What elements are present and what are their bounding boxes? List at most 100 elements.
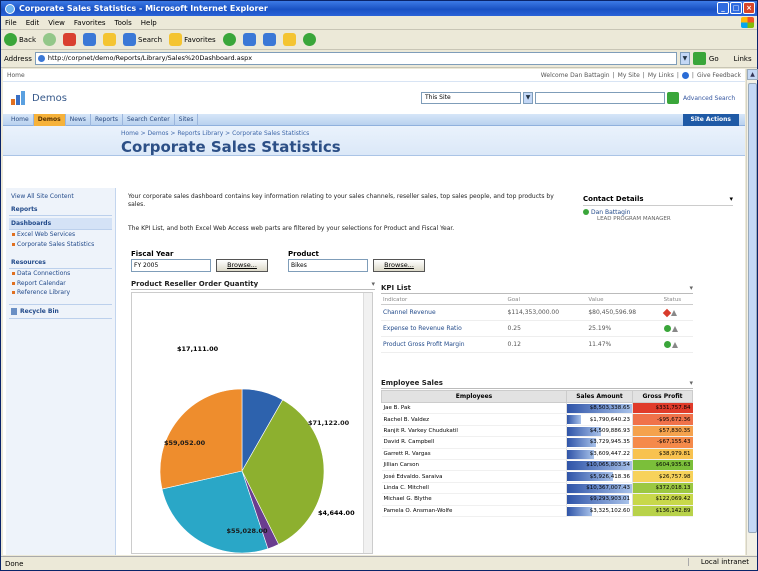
contact-name-link[interactable]: Dan Battagin (583, 209, 733, 216)
webpart-menu-icon[interactable]: ▾ (689, 379, 693, 387)
webpart-menu-icon[interactable]: ▾ (689, 284, 693, 292)
maximize-button[interactable]: □ (730, 2, 742, 14)
fiscal-year-browse-button[interactable]: Browse... (216, 259, 268, 272)
sales-amount-cell: $10,367,007.43 (566, 482, 633, 495)
kpi-value: 25.19% (586, 320, 662, 337)
chart-scrollbar[interactable] (363, 293, 372, 553)
media-button[interactable] (222, 33, 236, 46)
sidebar-item-resources[interactable]: Resources (9, 257, 112, 269)
sidebar-item-excel-web-services[interactable]: Excel Web Services (9, 230, 112, 240)
address-input[interactable]: http://corpnet/demo/Reports/Library/Sale… (34, 52, 677, 65)
ie-icon (5, 3, 15, 14)
site-name[interactable]: Demos (32, 93, 67, 104)
product-browse-button[interactable]: Browse... (373, 259, 425, 272)
table-row: Ranjit R. Varkey Chudukatil $4,509,886.93… (381, 425, 693, 438)
menu-file[interactable]: File (5, 19, 17, 27)
menu-favorites[interactable]: Favorites (74, 19, 106, 27)
tab-reports[interactable]: Reports (91, 113, 123, 126)
links-button[interactable]: Links (734, 55, 752, 63)
sales-amount: $4,509,886.93 (589, 427, 630, 434)
webpart-menu-icon[interactable]: ▾ (371, 280, 375, 288)
table-row: Jillian Carson $10,065,803.54 $604,935.63 (381, 459, 693, 472)
menu-help[interactable]: Help (141, 19, 157, 27)
home-button[interactable] (103, 33, 116, 46)
tab-news[interactable]: News (66, 113, 91, 126)
advanced-search-link[interactable]: Advanced Search (683, 95, 735, 102)
refresh-button[interactable] (83, 33, 96, 46)
view-all-content-link[interactable]: View All Site Content (9, 192, 112, 202)
header-gross-profit: Gross Profit (632, 390, 693, 403)
close-button[interactable]: × (743, 2, 755, 14)
sales-amount-cell: $9,293,903.01 (566, 493, 633, 506)
print-icon (262, 33, 276, 46)
search-button[interactable]: Search (123, 33, 162, 46)
help-icon[interactable] (681, 71, 689, 79)
tab-search-center[interactable]: Search Center (123, 113, 175, 126)
edit-button[interactable] (282, 33, 296, 46)
messenger-button[interactable] (302, 33, 316, 46)
sales-amount: $3,609,447.22 (589, 450, 630, 457)
mail-button[interactable] (242, 33, 256, 46)
address-dropdown-button[interactable]: ▼ (679, 52, 690, 65)
sidebar-item-report-calendar[interactable]: Report Calendar (9, 279, 112, 289)
kpi-indicator-link[interactable]: Product Gross Profit Margin (381, 336, 506, 353)
kpi-goal: $114,353,000.00 (505, 304, 587, 321)
kpi-indicator-link[interactable]: Channel Revenue (381, 304, 506, 321)
favorites-button[interactable]: Favorites (169, 33, 216, 46)
kpi-indicator-link[interactable]: Expense to Revenue Ratio (381, 320, 506, 337)
menu-edit[interactable]: Edit (26, 19, 40, 27)
site-header: Demos This Site ▼ Advanced Search (3, 82, 745, 114)
welcome-menu[interactable]: Welcome Dan Battagin (541, 72, 610, 79)
tab-demos[interactable]: Demos (33, 113, 66, 126)
sales-amount-cell: $4,509,886.93 (566, 425, 633, 438)
red-diamond-icon (662, 308, 671, 317)
table-row: Rachel B. Valdez $1,790,640.23 -$95,672.36 (381, 413, 693, 426)
table-row: Product Gross Profit Margin 0.12 11.47% (381, 336, 693, 353)
employee-name: Linda C. Mitchell (381, 482, 567, 495)
sidebar-item-dashboards[interactable]: Dashboards (9, 218, 112, 230)
sales-amount: $3,325,102.60 (589, 507, 630, 514)
back-button[interactable]: Back (4, 33, 36, 46)
site-actions-button[interactable]: Site Actions (682, 114, 739, 126)
scroll-up-icon[interactable]: ▲ (747, 69, 758, 80)
table-row: Channel Revenue $114,353,000.00 $80,450,… (381, 304, 693, 321)
search-go-icon[interactable] (667, 92, 679, 104)
scroll-thumb[interactable] (748, 83, 757, 533)
pie-data-label: $59,052.00 (164, 439, 206, 447)
stop-button[interactable] (63, 33, 76, 46)
my-site-link[interactable]: My Site (618, 72, 640, 79)
go-icon[interactable] (692, 52, 706, 65)
product-filter: Product Bikes Browse... (288, 250, 425, 272)
breadcrumb[interactable]: Home > Demos > Reports Library > Corpora… (121, 126, 745, 137)
webpart-menu-icon[interactable]: ▾ (729, 195, 733, 203)
product-input[interactable]: Bikes (288, 259, 368, 272)
fiscal-year-input[interactable]: FY 2005 (131, 259, 211, 272)
sales-amount: $5,926,418.36 (589, 473, 630, 480)
scope-dropdown-icon[interactable]: ▼ (523, 92, 533, 104)
feedback-link[interactable]: Give Feedback (697, 72, 741, 79)
home-link[interactable]: Home (7, 72, 25, 79)
menu-view[interactable]: View (48, 19, 65, 27)
minimize-button[interactable]: _ (717, 2, 729, 14)
sidebar-item-data-connections[interactable]: Data Connections (9, 269, 112, 279)
page-scrollbar[interactable]: ▲ (746, 69, 758, 555)
print-button[interactable] (262, 33, 276, 46)
search-scope-select[interactable]: This Site (421, 92, 521, 104)
tab-sites[interactable]: Sites (175, 113, 199, 126)
recycle-bin-link[interactable]: Recycle Bin (9, 303, 112, 319)
employee-name: Rachel B. Valdez (381, 413, 567, 426)
sidebar-item-corporate-sales[interactable]: Corporate Sales Statistics (9, 240, 112, 250)
sidebar-item-reports[interactable]: Reports (9, 204, 112, 216)
employee-name: Pamela O. Ansman-Wolfe (381, 505, 567, 517)
sidebar-item-reference-library[interactable]: Reference Library (9, 288, 112, 298)
menu-tools[interactable]: Tools (115, 19, 132, 27)
gross-profit: $136,142.89 (632, 505, 693, 517)
sales-amount-cell: $3,729,945.35 (566, 436, 633, 449)
contact-details-webpart: Contact Details ▾ Dan Battagin LEAD PROGR… (583, 195, 733, 222)
my-links-menu[interactable]: My Links (648, 72, 674, 79)
sales-amount-cell: $10,065,803.54 (566, 459, 633, 472)
forward-button[interactable] (43, 33, 56, 46)
go-button[interactable]: Go (709, 55, 719, 63)
search-input[interactable] (535, 92, 665, 104)
tab-home[interactable]: Home (7, 113, 34, 126)
